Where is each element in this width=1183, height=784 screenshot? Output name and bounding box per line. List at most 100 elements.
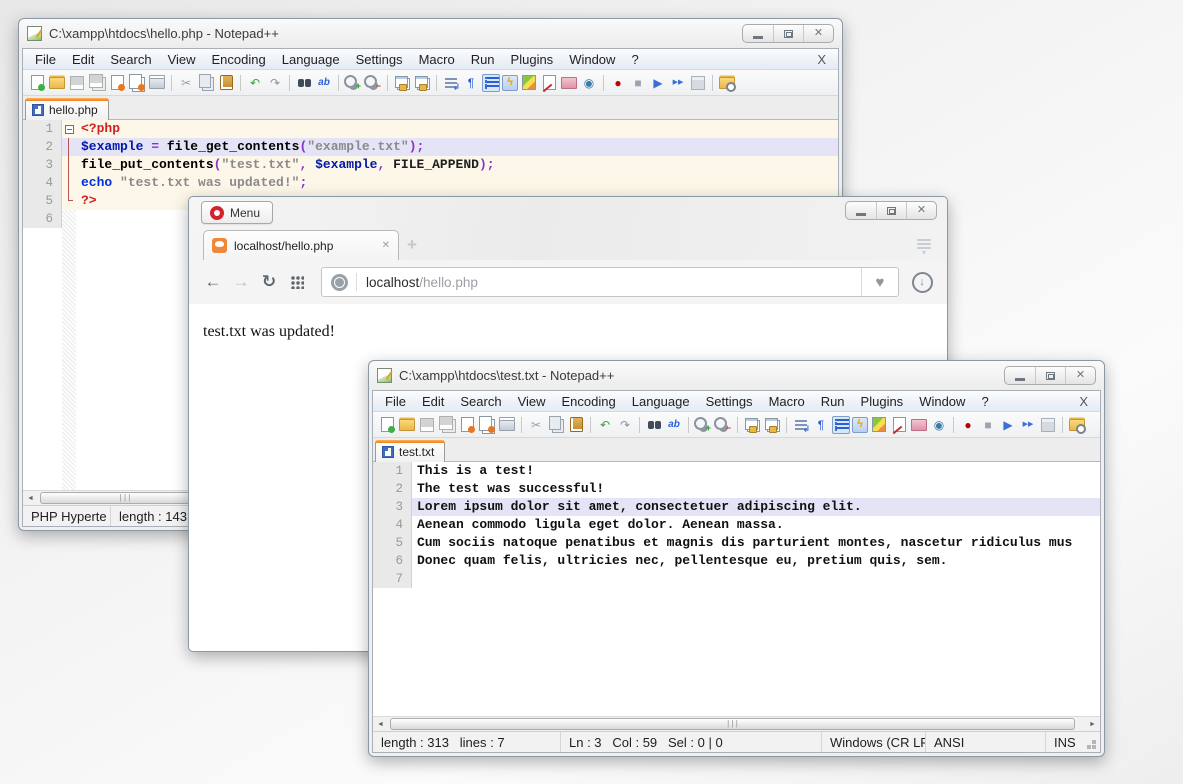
document-switcher-button[interactable] (540, 74, 558, 92)
tab-menu-icon[interactable]: ▾ (917, 239, 931, 257)
url-text[interactable]: localhost/hello.php (357, 275, 478, 290)
code-text[interactable]: <?php (76, 120, 838, 138)
sync-horizontal-scrolling-button[interactable] (763, 416, 781, 434)
save-all-button[interactable] (438, 416, 456, 434)
menu-close-document-button[interactable]: X (1067, 394, 1100, 409)
show-all-characters-button[interactable]: ¶ (462, 74, 480, 92)
menu-item-plugins[interactable]: Plugins (853, 394, 912, 409)
opera-titlebar[interactable]: Menu ✕ (189, 197, 947, 227)
restore-button[interactable] (773, 25, 803, 42)
word-wrap-button[interactable] (792, 416, 810, 434)
sync-vertical-scrolling-button[interactable] (743, 416, 761, 434)
zoom-in-button[interactable] (344, 74, 362, 92)
opera-menu-button[interactable]: Menu (201, 201, 274, 224)
code-text[interactable]: echo "test.txt was updated!"; (76, 174, 838, 192)
line-text[interactable]: Lorem ipsum dolor sit amet, consectetuer… (412, 498, 1100, 516)
page-badge-icon[interactable] (322, 273, 356, 291)
print-button[interactable] (148, 74, 166, 92)
line-text[interactable]: The test was successful! (412, 480, 1100, 498)
menu-item-macro[interactable]: Macro (761, 394, 813, 409)
tab-hello-php[interactable]: hello.php (25, 98, 109, 120)
show-all-characters-button[interactable]: ¶ (812, 416, 830, 434)
speed-dial-button[interactable] (283, 267, 311, 297)
minimize-button[interactable] (743, 25, 773, 42)
menu-item-run[interactable]: Run (463, 52, 503, 67)
cut-button[interactable]: ✂ (527, 416, 545, 434)
close-all-documents-button[interactable] (478, 416, 496, 434)
macro-run-multiple-button[interactable]: ▶▶ (1019, 416, 1037, 434)
titlebar[interactable]: C:\xampp\htdocs\test.txt - Notepad++ ✕ (369, 361, 1104, 390)
menu-item-encoding[interactable]: Encoding (554, 394, 624, 409)
copy-button[interactable] (547, 416, 565, 434)
monitoring-button[interactable]: ◉ (930, 416, 948, 434)
menu-item-language[interactable]: Language (274, 52, 348, 67)
zoom-in-button[interactable] (694, 416, 712, 434)
menu-item-file[interactable]: File (377, 394, 414, 409)
user-defined-language-button[interactable]: ϟ (502, 74, 518, 91)
close-document-button[interactable] (458, 416, 476, 434)
menu-item-run[interactable]: Run (813, 394, 853, 409)
macro-run-multiple-button[interactable]: ▶▶ (669, 74, 687, 92)
line-text[interactable]: Donec quam felis, ultricies nec, pellent… (412, 552, 1100, 570)
menu-item-edit[interactable]: Edit (414, 394, 452, 409)
paste-button[interactable] (217, 74, 235, 92)
menu-item-window[interactable]: Window (911, 394, 973, 409)
restore-button[interactable] (876, 202, 906, 219)
minimize-button[interactable] (1005, 367, 1035, 384)
download-button[interactable]: ↓ (907, 271, 937, 293)
tab-close-icon[interactable]: ✕ (382, 240, 390, 251)
scroll-thumb[interactable] (40, 491, 210, 504)
menu-item-search[interactable]: Search (452, 394, 509, 409)
new-file-button[interactable] (28, 74, 46, 92)
macro-stop-button[interactable]: ■ (979, 416, 997, 434)
menu-item-help[interactable]: ? (973, 394, 996, 409)
zoom-out-button[interactable] (714, 416, 732, 434)
close-document-button[interactable] (108, 74, 126, 92)
word-wrap-button[interactable] (442, 74, 460, 92)
close-button[interactable]: ✕ (906, 202, 936, 219)
code-text[interactable]: file_put_contents("test.txt", $example, … (76, 156, 838, 174)
new-file-button[interactable] (378, 416, 396, 434)
menu-item-language[interactable]: Language (624, 394, 698, 409)
close-all-documents-button[interactable] (128, 74, 146, 92)
minimize-button[interactable] (846, 202, 876, 219)
menu-item-view[interactable]: View (510, 394, 554, 409)
restore-button[interactable] (1035, 367, 1065, 384)
macro-play-button[interactable]: ▶ (649, 74, 667, 92)
reload-button[interactable]: ↻ (255, 267, 283, 297)
document-map-button[interactable] (520, 74, 538, 92)
horizontal-scrollbar[interactable]: ◄ ► (373, 716, 1100, 731)
user-defined-language-button[interactable]: ϟ (852, 416, 868, 433)
plugin-folder-button[interactable] (718, 74, 736, 92)
monitoring-button[interactable]: ◉ (580, 74, 598, 92)
tab-test-txt[interactable]: test.txt (375, 440, 446, 462)
sync-vertical-scrolling-button[interactable] (393, 74, 411, 92)
menu-item-file[interactable]: File (27, 52, 64, 67)
scroll-right-arrow[interactable]: ► (1085, 721, 1100, 728)
undo-button[interactable]: ↶ (246, 74, 264, 92)
macro-stop-button[interactable]: ■ (629, 74, 647, 92)
line-text[interactable]: Aenean commodo ligula eget dolor. Aenean… (412, 516, 1100, 534)
line-text[interactable]: This is a test! (412, 462, 1100, 480)
close-button[interactable]: ✕ (803, 25, 833, 42)
menu-item-encoding[interactable]: Encoding (204, 52, 274, 67)
replace-button[interactable]: ab (315, 74, 333, 92)
code-text[interactable]: $example = file_get_contents("example.tx… (76, 138, 838, 156)
new-tab-button[interactable]: + (407, 235, 417, 255)
replace-button[interactable]: ab (665, 416, 683, 434)
find-button[interactable] (295, 74, 313, 92)
menu-item-view[interactable]: View (160, 52, 204, 67)
forward-button[interactable]: → (227, 267, 255, 297)
macro-record-button[interactable]: ● (959, 416, 977, 434)
find-button[interactable] (645, 416, 663, 434)
menu-item-search[interactable]: Search (102, 52, 159, 67)
open-folder-button[interactable] (398, 416, 416, 434)
close-button[interactable]: ✕ (1065, 367, 1095, 384)
menu-item-help[interactable]: ? (623, 52, 646, 67)
folder-as-workspace-button[interactable] (560, 74, 578, 92)
menu-item-plugins[interactable]: Plugins (503, 52, 562, 67)
scroll-left-arrow[interactable]: ◄ (373, 721, 388, 728)
save-button[interactable] (68, 74, 86, 92)
open-folder-button[interactable] (48, 74, 66, 92)
show-indent-guide-button[interactable] (482, 73, 500, 92)
